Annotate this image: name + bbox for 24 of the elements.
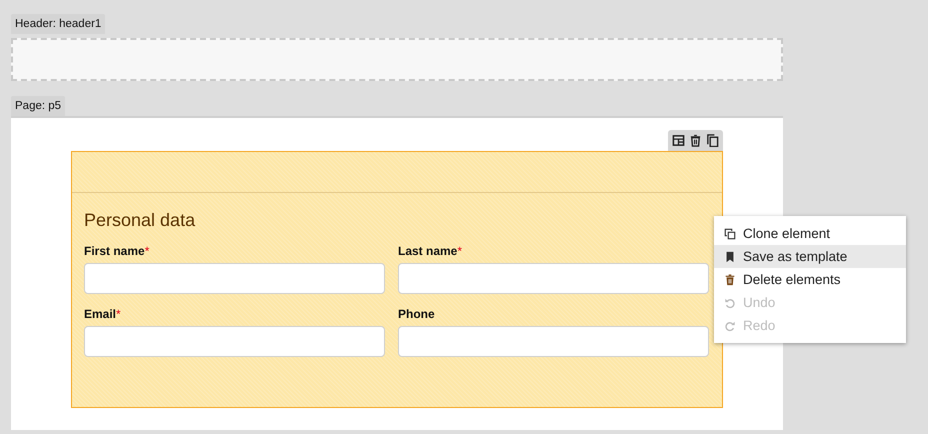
undo-icon <box>724 296 736 308</box>
form-element[interactable]: Personal data First name* Last name* Email* Phone <box>71 151 723 408</box>
input-field[interactable] <box>398 263 709 294</box>
menu-item[interactable]: Save as template <box>714 245 906 268</box>
input-field[interactable] <box>84 326 385 357</box>
field-label: Phone <box>398 307 435 321</box>
header-tag: Header: header1 <box>11 14 106 34</box>
trash-icon <box>724 274 736 286</box>
field-label: First name* <box>84 244 150 258</box>
field-label: Last name* <box>398 244 462 258</box>
input-field[interactable] <box>84 263 385 294</box>
copy-icon[interactable] <box>706 134 719 147</box>
required-mark: * <box>457 244 462 258</box>
field-label: Email* <box>84 307 121 321</box>
redo-icon <box>724 320 736 332</box>
page-tag: Page: p5 <box>11 96 66 116</box>
required-mark: * <box>144 244 150 258</box>
clone-icon <box>724 228 736 240</box>
layout-icon[interactable] <box>672 134 685 147</box>
required-mark: * <box>116 307 121 321</box>
section-title: Personal data <box>84 209 196 232</box>
bookmark-icon <box>724 250 736 262</box>
input-field[interactable] <box>398 326 709 357</box>
trash-icon[interactable] <box>689 134 702 147</box>
